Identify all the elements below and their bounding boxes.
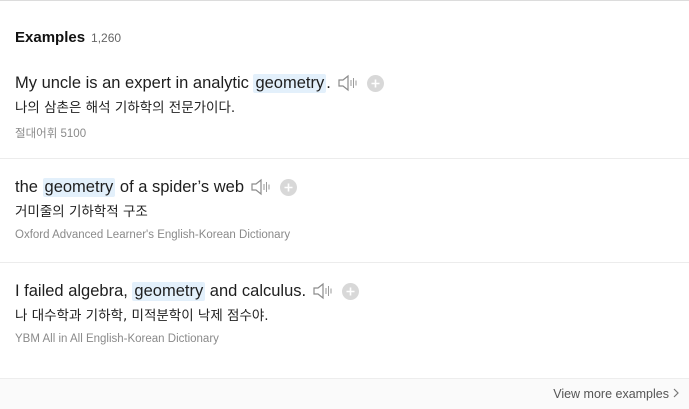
speaker-icon[interactable]: [250, 177, 274, 197]
top-border: [0, 0, 689, 1]
korean-translation: 거미줄의 기하학적 구조: [15, 204, 148, 220]
highlighted-keyword: geometry: [132, 281, 206, 301]
speaker-icon[interactable]: [312, 281, 336, 301]
view-more-examples-link[interactable]: View more examples: [553, 387, 679, 401]
examples-footer: View more examples: [0, 378, 689, 409]
example-sentence: My uncle is an expert in analytic geomet…: [15, 71, 689, 95]
korean-translation: 나의 삼촌은 해석 기하학의 전문가이다.: [15, 100, 236, 116]
chevron-right-icon: [673, 387, 679, 401]
add-to-wordbook-plus-icon[interactable]: [280, 178, 298, 196]
example-source[interactable]: Oxford Advanced Learner's English-Korean…: [15, 229, 689, 241]
korean-translation: 나 대수학과 기하학, 미적분학이 낙제 점수야.: [15, 308, 269, 324]
example-sentence: I failed algebra, geometry and calculus.: [15, 279, 689, 303]
sentence-text: My uncle is an expert in analytic: [15, 73, 254, 92]
example-source[interactable]: YBM All in All English-Korean Dictionary: [15, 333, 689, 345]
sentence-text: the: [15, 177, 43, 196]
examples-title: Examples: [15, 29, 86, 46]
highlighted-keyword: geometry: [42, 177, 116, 197]
examples-header: Examples 1,260: [15, 29, 121, 46]
divider: [0, 262, 689, 263]
sentence-text: and calculus.: [205, 281, 307, 300]
sentence-text: I failed algebra,: [15, 281, 133, 300]
highlighted-keyword: geometry: [253, 73, 327, 93]
example-item: I failed algebra, geometry and calculus.…: [15, 279, 689, 345]
sentence-text: of a spider’s web: [115, 177, 245, 196]
add-to-wordbook-plus-icon[interactable]: [366, 74, 384, 92]
add-to-wordbook-plus-icon[interactable]: [342, 282, 360, 300]
speaker-icon[interactable]: [337, 73, 361, 93]
example-sentence: the geometry of a spider’s web: [15, 175, 689, 199]
divider: [0, 158, 689, 159]
example-item: My uncle is an expert in analytic geomet…: [15, 71, 689, 141]
example-source[interactable]: 절대어휘 5100: [15, 125, 689, 141]
example-item: the geometry of a spider’s web 거미줄의 기하학적…: [15, 175, 689, 241]
examples-count: 1,260: [91, 31, 122, 45]
sentence-text: .: [326, 73, 331, 92]
view-more-label: View more examples: [553, 387, 669, 401]
